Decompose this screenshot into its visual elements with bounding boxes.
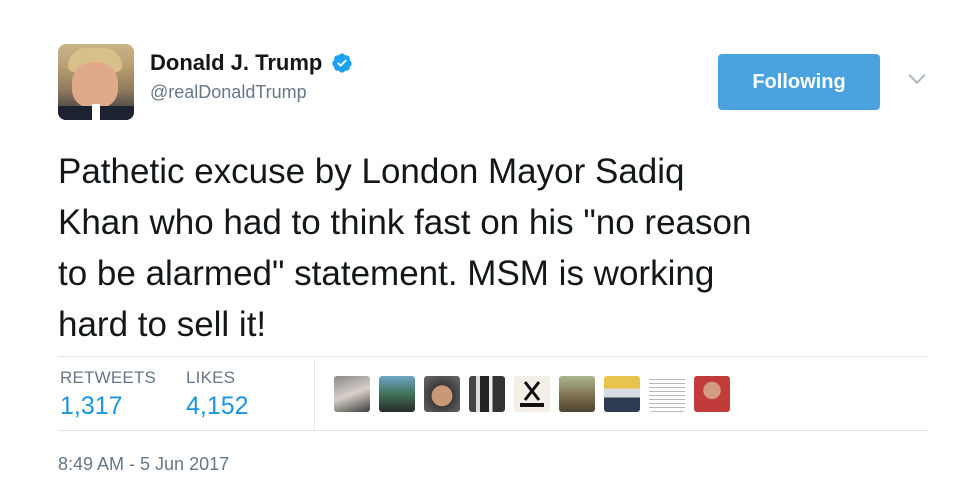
liker-avatar-8[interactable] [649, 376, 685, 412]
avatar-face [72, 62, 118, 108]
chevron-down-icon[interactable] [906, 68, 928, 90]
likes-stat[interactable]: LIKES 4,152 [186, 368, 249, 421]
stats-bottom-divider [58, 430, 928, 431]
tweet-text-line: hard to sell it! [58, 305, 267, 344]
liker-avatar-3[interactable] [424, 376, 460, 412]
tweet-text: Pathetic excuse by London Mayor Sadiq Kh… [58, 146, 938, 350]
avatar-shirt [92, 104, 100, 120]
liker-avatar-9[interactable] [694, 376, 730, 412]
author-name-block[interactable]: Donald J. Trump @realDonaldTrump [150, 50, 353, 103]
liker-avatar-5[interactable] [514, 376, 550, 412]
tweet-stats: RETWEETS 1,317 LIKES 4,152 [58, 360, 928, 430]
liker-avatar-2[interactable] [379, 376, 415, 412]
tweet-timestamp[interactable]: 8:49 AM - 5 Jun 2017 [58, 454, 229, 475]
author-display-name[interactable]: Donald J. Trump [150, 50, 322, 76]
manchester-bee-icon [520, 381, 544, 407]
following-button[interactable]: Following [718, 54, 880, 110]
liker-avatar-6[interactable] [559, 376, 595, 412]
retweets-label: RETWEETS [60, 368, 157, 387]
author-screen-name[interactable]: @realDonaldTrump [150, 82, 353, 103]
tweet-text-line: to be alarmed" statement. MSM is working [58, 254, 715, 293]
stats-top-divider [58, 356, 928, 357]
retweets-count[interactable]: 1,317 [60, 392, 156, 421]
liker-avatar-1[interactable] [334, 376, 370, 412]
verified-badge-icon [332, 53, 352, 73]
author-avatar[interactable] [58, 44, 134, 120]
stats-separator [314, 360, 315, 430]
liker-avatar-7[interactable] [604, 376, 640, 412]
tweet-text-line: Pathetic excuse by London Mayor Sadiq [58, 152, 685, 191]
likes-count[interactable]: 4,152 [186, 392, 249, 421]
liker-avatar-4[interactable] [469, 376, 505, 412]
retweets-stat[interactable]: RETWEETS 1,317 [60, 368, 156, 421]
tweet-card: Donald J. Trump @realDonaldTrump Followi… [0, 0, 980, 495]
likes-label: LIKES [186, 368, 236, 387]
tweet-text-line: Khan who had to think fast on his "no re… [58, 203, 752, 242]
